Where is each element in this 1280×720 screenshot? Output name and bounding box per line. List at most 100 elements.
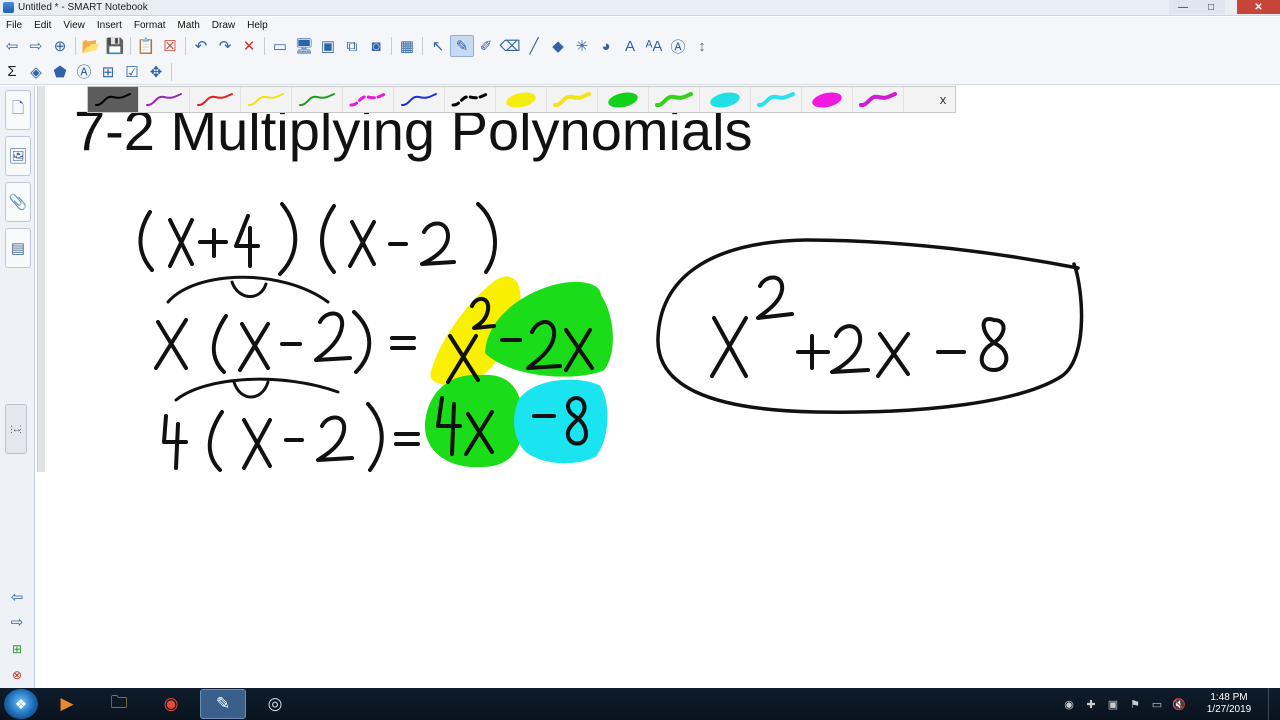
dual-page-icon[interactable]: ▣	[316, 35, 340, 57]
highlighter-cyan[interactable]	[751, 87, 802, 112]
pen-magenta-dashed[interactable]	[343, 87, 394, 112]
menu-file[interactable]: File	[0, 20, 28, 31]
next-page-icon[interactable]: ⇨	[6, 613, 28, 631]
menu-view[interactable]: View	[57, 20, 91, 31]
measurement-icon[interactable]: ✥	[144, 61, 168, 83]
move-toolbar-icon[interactable]: ↕	[690, 35, 714, 57]
paste-icon[interactable]: 📋	[134, 35, 158, 57]
pen-yellow[interactable]	[241, 87, 292, 112]
menu-math[interactable]: Math	[172, 20, 206, 31]
attachments-tab[interactable]: 📎	[5, 182, 31, 222]
chrome-icon[interactable]: ◉	[148, 689, 194, 719]
pen-green[interactable]	[292, 87, 343, 112]
creative-pen-icon[interactable]: ✐	[474, 35, 498, 57]
undo-icon[interactable]: ↶	[189, 35, 213, 57]
notebook-canvas[interactable]: 7-2 Multiplying Polynomials	[46, 86, 1280, 688]
pen-purple[interactable]	[139, 87, 190, 112]
pen-black-dashed[interactable]	[445, 87, 496, 112]
start-button[interactable]: ❖	[4, 689, 38, 719]
shapes-icon[interactable]: ◆	[546, 35, 570, 57]
menu-insert[interactable]: Insert	[91, 20, 128, 31]
magic-pen-icon[interactable]: ✳	[570, 35, 594, 57]
forward-icon[interactable]: ⇨	[24, 35, 48, 57]
fill-icon[interactable]: ◕	[594, 35, 618, 57]
volume-muted-icon[interactable]: 🔇	[1170, 695, 1188, 713]
minimize-button[interactable]: —	[1169, 0, 1197, 14]
menu-edit[interactable]: Edit	[28, 20, 57, 31]
delete-page-icon[interactable]: ☒	[158, 35, 182, 57]
delete-page-side-icon[interactable]: ⊗	[6, 666, 28, 684]
pen-style-bar: x	[87, 86, 956, 113]
clock[interactable]: 1:48 PM 1/27/2019	[1194, 692, 1264, 716]
highlighter-green-blob[interactable]	[598, 87, 649, 112]
back-icon[interactable]: ⇦	[0, 35, 24, 57]
line-icon[interactable]: ╱	[522, 35, 546, 57]
tray-icon-3[interactable]: ▣	[1104, 695, 1122, 713]
menu-draw[interactable]: Draw	[206, 20, 241, 31]
media-player-icon[interactable]: ▶	[44, 689, 90, 719]
toolbar-separator	[130, 37, 131, 55]
previous-page-icon[interactable]: ⇦	[6, 588, 28, 606]
fill-selection-icon[interactable]: Ⓐ	[72, 61, 96, 83]
pen-blue[interactable]	[394, 87, 445, 112]
tray-icon-5[interactable]: ▭	[1148, 695, 1166, 713]
highlighter-green[interactable]	[649, 87, 700, 112]
text-icon[interactable]: A	[618, 35, 642, 57]
properties-icon: ▤	[10, 240, 26, 257]
resize-arrows-icon[interactable]: ↔	[6, 420, 28, 438]
properties-icon[interactable]: Ⓐ	[666, 35, 690, 57]
table-icon[interactable]: ▦	[395, 35, 419, 57]
app-window: Untitled * - SMART Notebook — □ ✕ File E…	[0, 0, 1280, 720]
add-page-side-icon[interactable]: ⊞	[6, 640, 28, 658]
smart-notebook-icon[interactable]: ✎	[200, 689, 246, 719]
window-title: Untitled * - SMART Notebook	[18, 2, 148, 13]
panel-scrollbar[interactable]	[37, 86, 45, 472]
tray-icon-4[interactable]: ⚑	[1126, 695, 1144, 713]
highlighter-cyan-blob[interactable]	[700, 87, 751, 112]
menu-help[interactable]: Help	[241, 20, 274, 31]
text-format-icon[interactable]: ᴬA	[642, 35, 666, 57]
redo-icon[interactable]: ↷	[213, 35, 237, 57]
pen-style-close-button[interactable]: x	[931, 87, 955, 112]
save-icon[interactable]: 💾	[103, 35, 127, 57]
paperclip-icon: 📎	[8, 194, 28, 211]
document-camera-icon[interactable]: ◙	[364, 35, 388, 57]
screen-capture-icon[interactable]: ⧉	[340, 35, 364, 57]
eraser-icon[interactable]: ⌫	[498, 35, 522, 57]
table-format-icon[interactable]: ⊞	[96, 61, 120, 83]
delete-icon[interactable]: ✕	[237, 35, 261, 57]
open-file-icon[interactable]: 📂	[79, 35, 103, 57]
obs-icon[interactable]: ◎	[252, 689, 298, 719]
show-desktop-button[interactable]	[1268, 688, 1280, 720]
smart-notebook-app-icon	[3, 2, 14, 13]
ink-answer-text	[710, 275, 1009, 378]
pen-black[interactable]	[88, 87, 139, 112]
select-icon[interactable]: ↖	[426, 35, 450, 57]
highlighter-magenta-blob[interactable]	[802, 87, 853, 112]
tray-icon-1[interactable]: ◉	[1060, 695, 1078, 713]
shape-recognition-icon[interactable]: ◈	[24, 61, 48, 83]
maximize-button[interactable]: □	[1197, 0, 1225, 14]
screen-shade-icon[interactable]: ▭	[268, 35, 292, 57]
tray-icon-2[interactable]: ✚	[1082, 695, 1100, 713]
close-window-button[interactable]: ✕	[1237, 0, 1280, 14]
pen-recognition-icon[interactable]: ⬟	[48, 61, 72, 83]
page-sorter-tab[interactable]: 🗋	[5, 90, 31, 130]
check-icon[interactable]: ☑	[120, 61, 144, 83]
toolbar-separator	[422, 37, 423, 55]
add-page-icon[interactable]: ⊕	[48, 35, 72, 57]
pen-red[interactable]	[190, 87, 241, 112]
gallery-tab[interactable]: 🖼	[5, 136, 31, 176]
menu-format[interactable]: Format	[128, 20, 172, 31]
properties-tab[interactable]: ▤	[5, 228, 31, 268]
full-screen-icon[interactable]: 🖥	[292, 35, 316, 57]
pen-icon[interactable]: ✎	[450, 35, 474, 57]
math-sigma-icon[interactable]: Σ	[0, 61, 24, 83]
highlighter-yellow[interactable]	[547, 87, 598, 112]
highlighter-green-blob-swatch	[608, 91, 638, 108]
highlighter-yellow-blob[interactable]	[496, 87, 547, 112]
toolbar-separator	[391, 37, 392, 55]
menu-bar: File Edit View Insert Format Math Draw H…	[0, 17, 1280, 33]
file-explorer-icon[interactable]: 🗀	[96, 689, 142, 719]
highlighter-magenta[interactable]	[853, 87, 904, 112]
